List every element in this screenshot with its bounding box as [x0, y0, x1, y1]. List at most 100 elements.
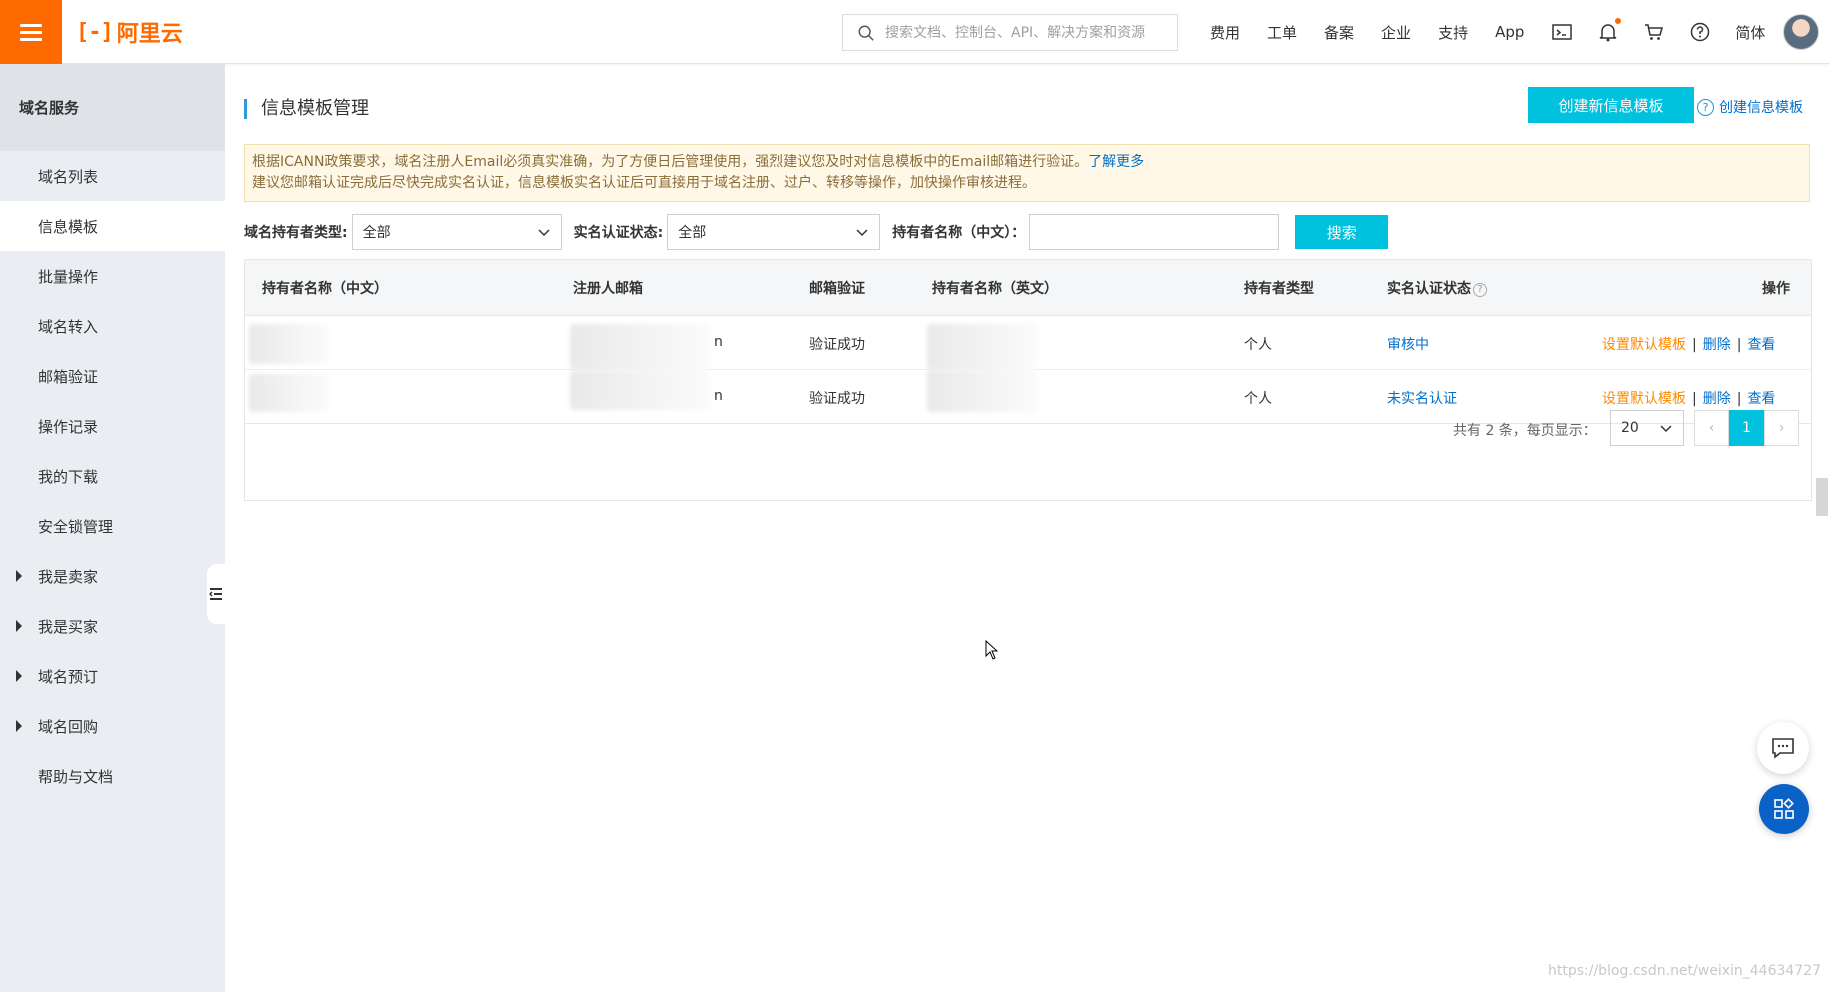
sidebar-item-buyer[interactable]: 我是买家 — [0, 601, 225, 651]
sidebar-item-label: 域名列表 — [38, 167, 99, 186]
sidebar-item-downloads[interactable]: 我的下载 — [0, 451, 225, 501]
top-bar: [-] 阿里云 费用 工单 备案 企业 支持 App 简体 — [0, 0, 1830, 64]
email-verify-status: 验证成功 — [809, 391, 865, 407]
sidebar-item-reservation[interactable]: 域名预订 — [0, 651, 225, 701]
nav-filing[interactable]: 备案 — [1324, 22, 1354, 43]
sidebar-item-domain-list[interactable]: 域名列表 — [0, 151, 225, 201]
search-button[interactable]: 搜索 — [1295, 215, 1389, 249]
sidebar-collapse-icon[interactable] — [207, 564, 225, 624]
nav-enterprise[interactable]: 企业 — [1381, 22, 1411, 43]
apps-grid-icon — [1774, 798, 1794, 819]
title-row: 信息模板管理 创建新信息模板 ? 创建信息模板 — [244, 87, 1812, 127]
menu-icon[interactable] — [0, 0, 62, 64]
caret-right-icon — [16, 720, 22, 732]
filter-bar: 域名持有者类型: 全部 实名认证状态: 全部 持有者名称（中文）： 搜索 — [244, 214, 1812, 250]
template-table: 持有者名称（中文） 注册人邮箱 邮箱验证 持有者名称（英文） 持有者类型 实名认… — [244, 259, 1812, 501]
set-default-template-link[interactable]: 设置默认模板 — [1602, 391, 1686, 407]
auth-status-label: 实名认证状态: — [573, 225, 664, 241]
auth-status-link[interactable]: 审核中 — [1387, 334, 1429, 354]
page-title: 信息模板管理 — [244, 99, 369, 119]
col-email: 注册人邮箱 — [573, 280, 643, 297]
owner-type-value: 全部 — [362, 225, 391, 241]
sidebar: 域名服务 域名列表 信息模板 批量操作 域名转入 邮箱验证 操作记录 我的下载 … — [0, 64, 225, 992]
col-owner-type: 持有者类型 — [1244, 280, 1314, 297]
view-link[interactable]: 查看 — [1747, 337, 1775, 353]
sidebar-title: 域名服务 — [0, 64, 225, 151]
create-template-help-link[interactable]: ? 创建信息模板 — [1697, 97, 1803, 117]
auth-status-link[interactable]: 未实名认证 — [1387, 388, 1457, 408]
language-switch[interactable]: 简体 — [1735, 22, 1765, 43]
bell-icon[interactable] — [1597, 18, 1622, 43]
sidebar-item-batch[interactable]: 批量操作 — [0, 251, 225, 301]
pagination-total: 共有 2 条，每页显示： — [1453, 423, 1597, 439]
auth-status-select[interactable]: 全部 — [667, 214, 881, 250]
row-actions: 设置默认模板 | 删除 | 查看 — [1602, 391, 1776, 407]
sidebar-item-label: 我是卖家 — [38, 567, 99, 586]
table-header: 持有者名称（中文） 注册人邮箱 邮箱验证 持有者名称（英文） 持有者类型 实名认… — [245, 260, 1811, 316]
notice-line-1: 根据ICANN政策要求，域名注册人Email必须真实准确，为了方便日后管理使用，… — [252, 152, 1802, 173]
view-link[interactable]: 查看 — [1747, 391, 1775, 407]
scrollbar-thumb[interactable] — [1816, 478, 1828, 516]
chat-float-button[interactable] — [1757, 722, 1809, 774]
owner-name-input[interactable] — [1029, 214, 1280, 250]
sidebar-item-help-docs[interactable]: 帮助与文档 — [0, 751, 225, 801]
global-search[interactable] — [842, 14, 1178, 51]
sidebar-item-info-template[interactable]: 信息模板 — [0, 201, 225, 251]
terminal-icon[interactable] — [1551, 21, 1573, 43]
chat-icon — [1772, 738, 1794, 759]
notice-line-2: 建议您邮箱认证完成后尽快完成实名认证，信息模板实名认证后可直接用于域名注册、过户… — [252, 175, 1036, 191]
caret-right-icon — [16, 670, 22, 682]
col-auth-status: 实名认证状态? — [1387, 278, 1487, 298]
sidebar-item-security-lock[interactable]: 安全锁管理 — [0, 501, 225, 551]
col-owner-cn: 持有者名称（中文） — [262, 280, 388, 297]
sidebar-item-label: 我是买家 — [38, 617, 99, 636]
aliyun-logo[interactable]: [-] 阿里云 — [76, 18, 183, 48]
owner-type-label: 域名持有者类型: — [244, 225, 348, 241]
owner-name-label: 持有者名称（中文）： — [892, 225, 1026, 241]
chevron-down-icon — [856, 229, 868, 237]
col-actions: 操作 — [1762, 280, 1790, 297]
mouse-cursor-icon — [985, 640, 999, 660]
caret-right-icon — [16, 620, 22, 632]
row-actions: 设置默认模板 | 删除 | 查看 — [1602, 337, 1776, 353]
sidebar-item-operation-log[interactable]: 操作记录 — [0, 401, 225, 451]
sidebar-item-email-verify[interactable]: 邮箱验证 — [0, 351, 225, 401]
learn-more-link[interactable]: 了解更多 — [1088, 154, 1144, 170]
sidebar-item-buyback[interactable]: 域名回购 — [0, 701, 225, 751]
owner-type: 个人 — [1244, 337, 1272, 353]
caret-right-icon — [16, 570, 22, 582]
redacted-owner-en — [927, 324, 1037, 370]
owner-type-select[interactable]: 全部 — [351, 214, 562, 250]
table-row: n 验证成功 个人 审核中 设置默认模板 | 删除 | 查看 — [245, 316, 1811, 370]
avatar[interactable] — [1783, 14, 1819, 50]
cart-icon[interactable] — [1643, 21, 1665, 43]
next-page-button[interactable]: › — [1764, 410, 1799, 446]
nav-app[interactable]: App — [1495, 23, 1524, 41]
notification-dot — [1615, 18, 1622, 24]
delete-link[interactable]: 删除 — [1703, 391, 1731, 407]
nav-support[interactable]: 支持 — [1438, 22, 1468, 43]
page-button-current[interactable]: 1 — [1729, 410, 1764, 446]
nav-ticket[interactable]: 工单 — [1267, 22, 1297, 43]
col-auth-status-label: 实名认证状态 — [1387, 280, 1471, 297]
nav-fee[interactable]: 费用 — [1210, 22, 1240, 43]
sidebar-item-transfer-in[interactable]: 域名转入 — [0, 301, 225, 351]
question-icon[interactable]: ? — [1473, 282, 1487, 297]
sidebar-item-seller[interactable]: 我是卖家 — [0, 551, 225, 601]
col-owner-en: 持有者名称（英文） — [932, 280, 1058, 297]
create-template-button[interactable]: 创建新信息模板 — [1528, 87, 1694, 123]
email-suffix: n — [714, 334, 723, 350]
page-size-select[interactable]: 20 — [1610, 410, 1684, 446]
sidebar-item-label: 操作记录 — [38, 417, 99, 436]
watermark: https://blog.csdn.net/weixin_44634727 — [1548, 963, 1822, 979]
delete-link[interactable]: 删除 — [1703, 337, 1731, 353]
apps-float-button[interactable] — [1759, 784, 1809, 834]
set-default-template-link[interactable]: 设置默认模板 — [1602, 337, 1686, 353]
sidebar-item-label: 我的下载 — [38, 467, 99, 486]
redacted-email — [570, 370, 710, 410]
sidebar-item-label: 邮箱验证 — [38, 367, 99, 386]
sidebar-item-label: 域名回购 — [38, 717, 99, 736]
help-icon[interactable] — [1689, 21, 1711, 43]
search-input[interactable] — [885, 24, 1165, 41]
prev-page-button[interactable]: ‹ — [1694, 410, 1729, 446]
